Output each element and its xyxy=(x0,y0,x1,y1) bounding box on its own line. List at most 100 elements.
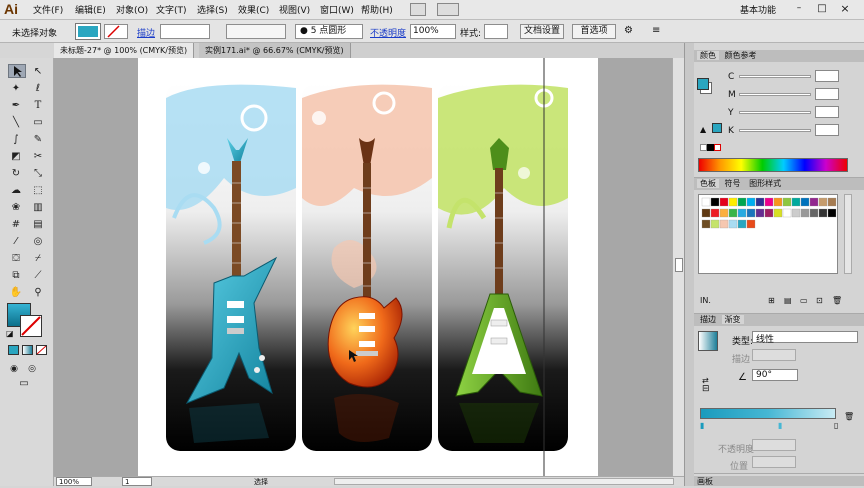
card-teal-guitar[interactable] xyxy=(166,83,296,451)
brush-definition[interactable]: ● 5 点圆形 xyxy=(295,24,363,39)
stroke-link[interactable]: 描边 xyxy=(137,26,155,39)
scissors-icon[interactable]: ✂ xyxy=(30,149,46,165)
symbol-icon[interactable]: ❀ xyxy=(8,200,24,216)
tab-graphic-styles[interactable]: 图形样式 xyxy=(746,179,784,188)
tab-untitled[interactable]: 未标题-27* @ 100% (CMYK/预览) xyxy=(54,43,195,58)
vertical-scrollbar[interactable] xyxy=(672,58,684,476)
document-canvas[interactable] xyxy=(54,58,684,476)
artboard-icon[interactable]: ⧉ xyxy=(8,268,24,284)
y-slider[interactable] xyxy=(739,111,811,114)
zoom-field[interactable]: 100% xyxy=(56,477,92,486)
angle-input[interactable]: 90° xyxy=(752,369,798,381)
tab-stroke[interactable]: 描边 xyxy=(697,315,719,324)
swatch-grid[interactable] xyxy=(698,194,838,274)
page-field[interactable]: 1 xyxy=(122,477,152,486)
opacity-link[interactable]: 不透明度 xyxy=(370,26,406,39)
menu-select[interactable]: 选择(S) xyxy=(197,3,228,16)
gradient-type-select[interactable]: 线性 xyxy=(752,331,858,345)
tab-symbols[interactable]: 符号 xyxy=(722,179,744,188)
tab-color[interactable]: 颜色 xyxy=(697,51,719,60)
gradient-icon[interactable]: ▤ xyxy=(30,217,46,233)
arrange-documents-icon[interactable] xyxy=(437,3,459,16)
workspace-switcher[interactable]: 基本功能 xyxy=(740,3,776,16)
stroke-gradient-buttons[interactable] xyxy=(752,349,796,361)
menu-window[interactable]: 窗口(W) xyxy=(320,3,354,16)
rotate-icon[interactable]: ↻ xyxy=(8,166,24,182)
bridge-icon[interactable] xyxy=(410,3,426,16)
pencil-icon[interactable]: ✎ xyxy=(30,132,46,148)
menu-object[interactable]: 对象(O) xyxy=(116,3,148,16)
m-slider[interactable] xyxy=(739,93,811,96)
pen-icon[interactable]: ✒ xyxy=(8,98,24,114)
lasso-icon[interactable]: ℓ xyxy=(30,81,46,97)
variable-width-profile[interactable] xyxy=(226,24,286,39)
gradient-stop-mid[interactable]: ▮ xyxy=(778,421,782,430)
draw-normal-icon[interactable]: ◉ xyxy=(6,361,22,377)
gradient-location-input[interactable] xyxy=(752,456,796,468)
delete-stop-icon[interactable]: 🗑 xyxy=(844,412,854,421)
k-input[interactable] xyxy=(815,124,839,136)
artboards-panel-tab[interactable]: 画板 xyxy=(694,476,864,486)
rect-icon[interactable]: ▭ xyxy=(30,115,46,131)
delete-swatch-icon[interactable]: 🗑 xyxy=(832,296,842,305)
k-slider[interactable] xyxy=(739,129,811,132)
draw-behind-icon[interactable]: ◎ xyxy=(24,361,40,377)
gradient-mode-icon[interactable] xyxy=(22,345,33,355)
menu-view[interactable]: 视图(V) xyxy=(279,3,310,16)
opacity-input[interactable]: 100% xyxy=(410,24,456,39)
menu-effect[interactable]: 效果(C) xyxy=(238,3,269,16)
stroke-weight-input[interactable] xyxy=(160,24,210,39)
gradient-slider[interactable] xyxy=(700,408,836,419)
color-mode-icon[interactable] xyxy=(8,345,19,355)
y-input[interactable] xyxy=(815,106,839,118)
menu-help[interactable]: 帮助(H) xyxy=(361,3,393,16)
arrange-icon[interactable]: ⚙ xyxy=(624,25,638,38)
swatch-library-icon[interactable]: IN. xyxy=(700,296,711,305)
tab-color-guide[interactable]: 颜色参考 xyxy=(722,51,760,60)
color-group-icon[interactable]: ▭ xyxy=(800,296,808,305)
type-icon[interactable]: T xyxy=(30,98,46,114)
blend-icon[interactable]: ◎ xyxy=(30,234,46,250)
tab-example[interactable]: 实例171.ai* @ 66.67% (CMYK/预览) xyxy=(199,43,351,58)
menu-edit[interactable]: 编辑(E) xyxy=(75,3,106,16)
selection-icon[interactable] xyxy=(8,64,26,78)
swatch-options-icon[interactable]: ▤ xyxy=(784,296,792,305)
fill-swatch[interactable] xyxy=(75,23,101,40)
last-color-swatch[interactable] xyxy=(712,123,722,133)
color-fill-swatch[interactable] xyxy=(697,78,709,90)
horizontal-scrollbar[interactable] xyxy=(334,478,674,485)
magic-wand-icon[interactable]: ✦ xyxy=(8,81,24,97)
zoom-icon[interactable]: ⚲ xyxy=(30,285,46,301)
quick-swatches[interactable] xyxy=(700,144,724,153)
stroke-color-swatch[interactable] xyxy=(20,315,42,337)
eraser-icon[interactable]: ◩ xyxy=(8,149,24,165)
gradient-stop-right[interactable]: ▯ xyxy=(834,421,838,430)
screen-mode-icon[interactable]: ▭ xyxy=(16,376,32,392)
default-colors-icon[interactable]: ◪ xyxy=(6,329,14,338)
style-picker[interactable] xyxy=(484,24,508,39)
card-orange-guitar[interactable] xyxy=(302,83,432,451)
panel-menu-icon[interactable]: ≡ xyxy=(652,25,666,38)
minimize-icon[interactable]: – xyxy=(792,2,806,16)
maximize-icon[interactable]: □ xyxy=(815,2,829,16)
tab-gradient[interactable]: 渐变 xyxy=(721,315,744,324)
line-icon[interactable]: ╲ xyxy=(8,115,24,131)
graph-icon[interactable]: ▥ xyxy=(30,200,46,216)
m-input[interactable] xyxy=(815,88,839,100)
out-of-gamut-icon[interactable]: ▲ xyxy=(700,125,706,134)
close-icon[interactable]: × xyxy=(838,2,852,16)
free-transform-icon[interactable]: ⬚ xyxy=(30,183,46,199)
menu-file[interactable]: 文件(F) xyxy=(33,3,63,16)
tab-swatches[interactable]: 色板 xyxy=(697,179,719,188)
direct-selection-icon[interactable]: ↖ xyxy=(30,64,46,80)
stroke-swatch[interactable] xyxy=(104,24,128,39)
scroll-thumb[interactable] xyxy=(675,258,683,272)
gradient-opacity-input[interactable] xyxy=(752,439,796,451)
slice-icon[interactable]: ⌿ xyxy=(30,251,46,267)
brush-icon[interactable]: ∫ xyxy=(8,132,24,148)
hand-icon[interactable]: ✋ xyxy=(8,285,24,301)
live-paint-icon[interactable]: ⛋ xyxy=(8,251,24,267)
scale-icon[interactable]: ⤡ xyxy=(30,166,46,182)
document-setup-button[interactable]: 文档设置 xyxy=(520,24,564,39)
none-mode-icon[interactable] xyxy=(36,345,47,355)
